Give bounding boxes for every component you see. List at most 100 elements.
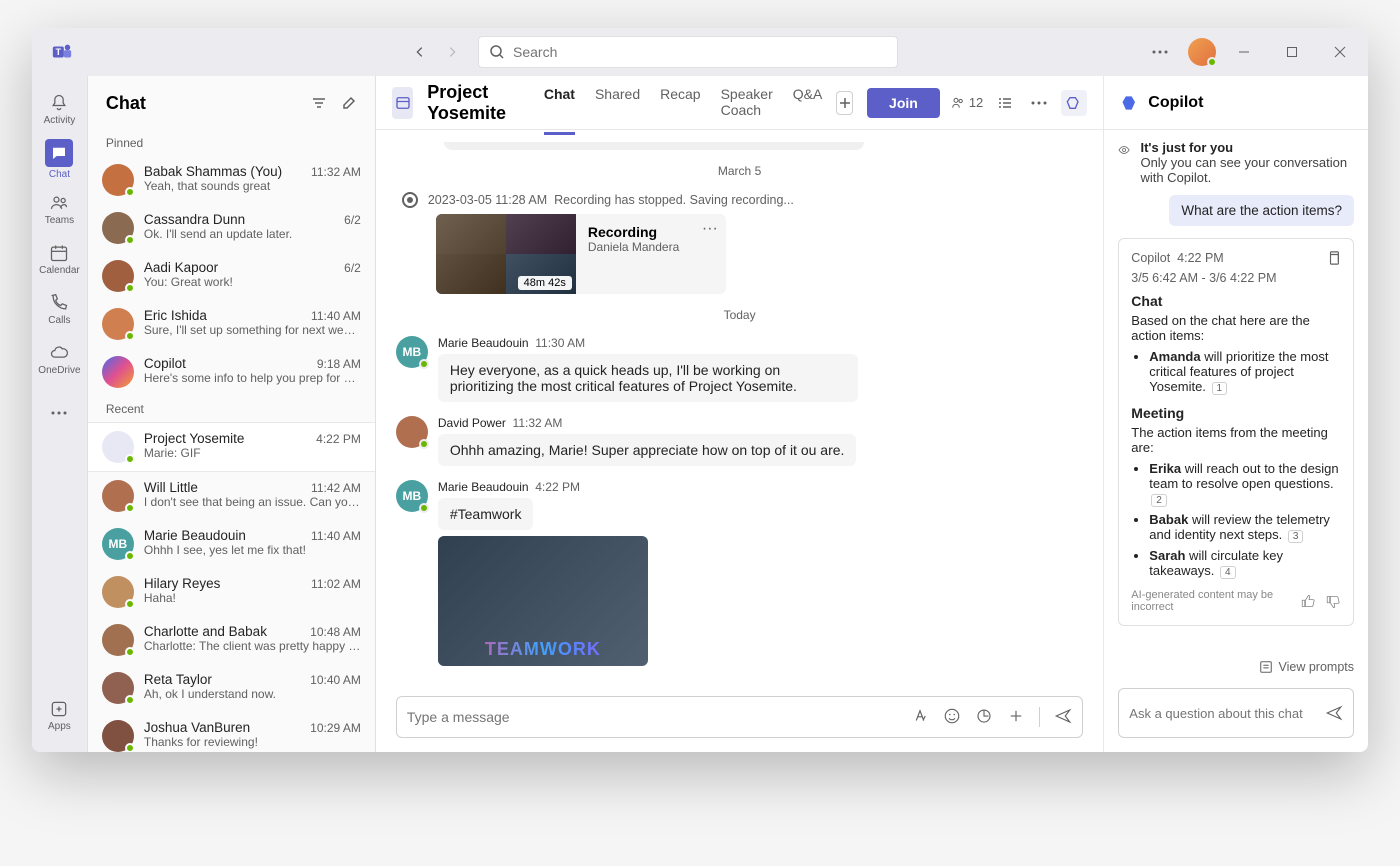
message-composer[interactable] — [396, 696, 1083, 738]
tab-recap[interactable]: Recap — [660, 76, 700, 135]
action-item: Amanda will prioritize the most critical… — [1149, 349, 1341, 395]
chat-list-item[interactable]: Will Little11:42 AM I don't see that bei… — [88, 472, 375, 520]
citation-badge[interactable]: 4 — [1220, 566, 1236, 579]
chat-list-item[interactable]: Babak Shammas (You)11:32 AM Yeah, that s… — [88, 156, 375, 204]
apps-icon — [49, 699, 69, 719]
chat-list-item[interactable]: Joshua VanBuren10:29 AM Thanks for revie… — [88, 712, 375, 752]
minimize-button[interactable] — [1224, 36, 1264, 68]
copilot-badge-icon[interactable] — [1061, 90, 1087, 116]
chat-name: Babak Shammas (You) — [144, 164, 282, 179]
close-button[interactable] — [1320, 36, 1360, 68]
chat-preview: Ah, ok I understand now. — [144, 687, 361, 701]
chat-list-panel: Chat Pinned Babak Shammas (You)11:32 AM … — [88, 76, 376, 752]
chat-list-item[interactable]: Cassandra Dunn6/2 Ok. I'll send an updat… — [88, 204, 375, 252]
record-icon — [402, 192, 418, 208]
chat-preview: Ok. I'll send an update later. — [144, 227, 361, 241]
participant-count[interactable]: 12 — [950, 95, 983, 111]
tab-q&a[interactable]: Q&A — [793, 76, 823, 135]
chat-name: Hilary Reyes — [144, 576, 221, 591]
gif-attachment[interactable]: TEAMWORK — [438, 536, 648, 666]
chat-name: Eric Ishida — [144, 308, 207, 323]
list-icon[interactable] — [993, 91, 1017, 115]
citation-badge[interactable]: 2 — [1151, 494, 1167, 507]
search-input[interactable] — [478, 36, 898, 68]
chat-list-item[interactable]: Reta Taylor10:40 AM Ah, ok I understand … — [88, 664, 375, 712]
chat-time: 10:48 AM — [310, 625, 361, 639]
more-icon[interactable] — [1027, 91, 1051, 115]
chat-list-item[interactable]: Eric Ishida 11:40 AM Sure, I'll set up so… — [88, 300, 375, 348]
tab-shared[interactable]: Shared — [595, 76, 640, 135]
chat-preview: Haha! — [144, 591, 361, 605]
chat-list-item[interactable]: Project Yosemite4:22 PM Marie: GIF — [88, 422, 375, 472]
message-bubble: Hey everyone, as a quick heads up, I'll … — [438, 354, 858, 402]
rail-activity[interactable]: Activity — [33, 84, 85, 134]
copilot-input[interactable] — [1118, 688, 1354, 738]
send-icon[interactable] — [1325, 704, 1343, 722]
chat-time: 11:40 AM — [311, 529, 361, 543]
format-icon[interactable] — [911, 707, 929, 725]
rail-calls[interactable]: Calls — [33, 284, 85, 334]
compose-icon[interactable] — [341, 95, 357, 111]
tab-chat[interactable]: Chat — [544, 76, 575, 135]
copilot-title: Copilot — [1148, 94, 1203, 112]
search-icon — [489, 44, 505, 60]
message-avatar — [396, 416, 428, 448]
chatlist-title: Chat — [106, 93, 146, 114]
citation-badge[interactable]: 3 — [1288, 530, 1304, 543]
people-icon — [950, 95, 966, 111]
copy-icon[interactable] — [1327, 251, 1341, 265]
chat-name: Marie Beaudouin — [144, 528, 246, 543]
conversation-title: Project Yosemite — [427, 82, 524, 124]
thumbs-down-icon[interactable] — [1326, 594, 1341, 609]
chat-time: 4:22 PM — [316, 432, 361, 446]
search-field[interactable] — [513, 44, 887, 60]
people-icon — [49, 193, 69, 213]
chat-list-item[interactable]: Copilot9:18 AM Here's some info to help … — [88, 348, 375, 396]
add-tab-button[interactable] — [836, 91, 853, 115]
rail-calendar[interactable]: Calendar — [33, 234, 85, 284]
thumbs-up-icon[interactable] — [1301, 594, 1316, 609]
send-icon[interactable] — [1054, 707, 1072, 725]
user-avatar[interactable] — [1188, 38, 1216, 66]
chat-list-item[interactable]: Hilary Reyes11:02 AM Haha! — [88, 568, 375, 616]
filter-icon[interactable] — [311, 95, 327, 111]
rail-chat[interactable]: Chat — [33, 134, 85, 184]
rail-apps[interactable]: Apps — [33, 690, 85, 740]
chat-list-item[interactable]: Aadi Kapoor6/2 You: Great work! — [88, 252, 375, 300]
tab-speaker-coach[interactable]: Speaker Coach — [721, 76, 773, 135]
chat-time: 11:32 AM — [311, 165, 361, 179]
action-item: Erika will reach out to the design team … — [1149, 461, 1341, 507]
chat-preview: You: Great work! — [144, 275, 361, 289]
chat-name: Aadi Kapoor — [144, 260, 218, 275]
rail-teams[interactable]: Teams — [33, 184, 85, 234]
citation-badge[interactable]: 1 — [1212, 382, 1228, 395]
emoji-icon[interactable] — [943, 707, 961, 725]
ellipsis-icon — [51, 411, 67, 415]
copilot-response-card: Copilot 4:22 PM 3/5 6:42 AM - 3/6 4:22 P… — [1118, 238, 1354, 626]
more-button[interactable] — [1140, 36, 1180, 68]
rail-more[interactable] — [33, 388, 85, 438]
conversation-body: March 5 2023-03-05 11:28 AM Recording ha… — [376, 130, 1103, 688]
date-divider: Today — [396, 308, 1083, 322]
chat-time: 11:40 AM — [311, 309, 361, 323]
copilot-input-field[interactable] — [1129, 706, 1325, 721]
loop-icon[interactable] — [975, 707, 993, 725]
recording-card[interactable]: 48m 42s Recording Daniela Mandera ··· — [436, 214, 726, 294]
nav-back-button[interactable] — [406, 38, 434, 66]
composer-input[interactable] — [407, 709, 911, 725]
svg-text:T: T — [56, 47, 62, 57]
rail-onedrive[interactable]: OneDrive — [33, 334, 85, 384]
message-bubble: #Teamwork — [438, 498, 534, 530]
action-item: Babak will review the telemetry and iden… — [1149, 512, 1341, 543]
chat-preview: Thanks for reviewing! — [144, 735, 361, 749]
chat-preview: Sure, I'll set up something for next wee… — [144, 323, 361, 337]
chat-preview: Here's some info to help you prep for yo… — [144, 371, 361, 385]
chat-list-item[interactable]: Charlotte and Babak10:48 AM Charlotte: T… — [88, 616, 375, 664]
recording-more-icon[interactable]: ··· — [702, 220, 718, 238]
maximize-button[interactable] — [1272, 36, 1312, 68]
chat-list-item[interactable]: MB Marie Beaudouin11:40 AM Ohhh I see, y… — [88, 520, 375, 568]
view-prompts-button[interactable]: View prompts — [1104, 652, 1368, 682]
nav-forward-button[interactable] — [438, 38, 466, 66]
plus-icon[interactable] — [1007, 707, 1025, 725]
join-button[interactable]: Join — [867, 88, 940, 118]
